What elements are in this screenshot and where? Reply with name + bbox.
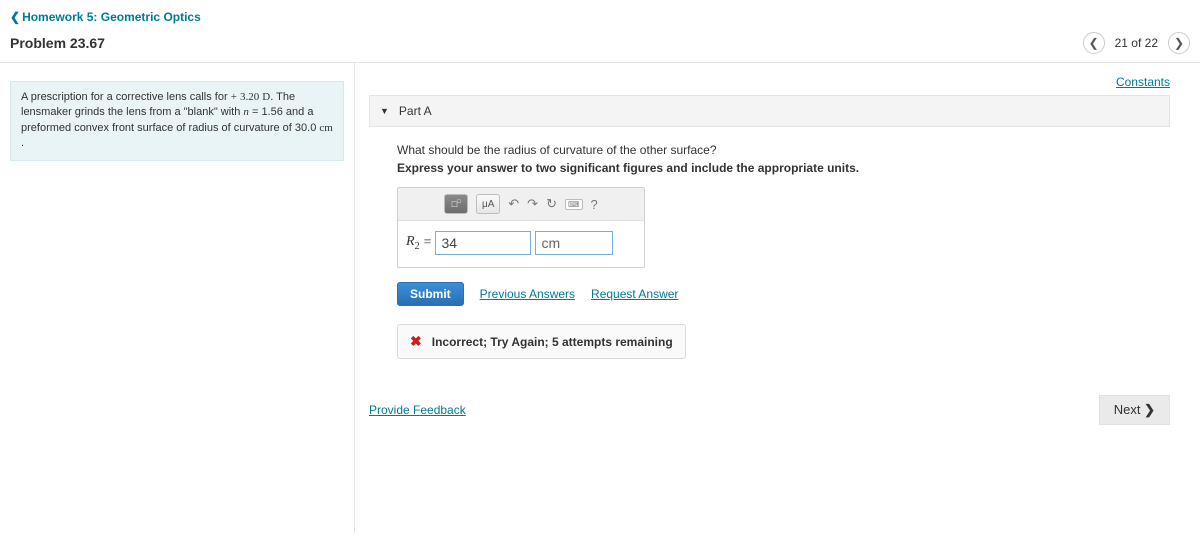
caret-down-icon: ▼ [380,106,389,116]
equals-sign: = [424,235,432,251]
keyboard-icon[interactable]: ⌨ [565,199,583,210]
answer-unit-input[interactable] [535,231,613,255]
feedback-text: Incorrect; Try Again; 5 attempts remaini… [432,335,673,349]
greek-tool-button[interactable]: μA [476,194,500,214]
provide-feedback-link[interactable]: Provide Feedback [369,403,466,417]
chevron-left-icon: ❮ [1089,36,1099,50]
undo-icon[interactable]: ↶ [508,196,519,212]
part-a-header[interactable]: ▼ Part A [369,95,1170,127]
template-tool-button[interactable]: □□ [444,194,468,214]
help-icon[interactable]: ? [591,197,598,212]
problem-statement: A prescription for a corrective lens cal… [10,81,344,161]
feedback-message: ✖ Incorrect; Try Again; 5 attempts remai… [397,324,686,359]
redo-icon[interactable]: ↷ [527,196,538,212]
part-label: Part A [399,104,432,118]
next-problem-button[interactable]: ❯ [1168,32,1190,54]
template-icon: □□ [452,199,461,209]
submit-button[interactable]: Submit [397,282,464,306]
answer-toolbar: □□ μA ↶ ↷ ↻ ⌨ ? [398,188,644,221]
breadcrumb[interactable]: ❮Homework 5: Geometric Optics [10,10,201,24]
chevron-right-icon: ❯ [1144,402,1155,417]
request-answer-link[interactable]: Request Answer [591,287,678,301]
answer-value-input[interactable] [435,231,531,255]
reset-icon[interactable]: ↻ [546,196,557,212]
constants-link[interactable]: Constants [1116,75,1170,89]
prev-problem-button[interactable]: ❮ [1083,32,1105,54]
incorrect-icon: ✖ [410,333,422,350]
next-button[interactable]: Next ❯ [1099,395,1170,425]
answer-panel: □□ μA ↶ ↷ ↻ ⌨ ? R2 = [397,187,645,268]
pager-position: 21 of 22 [1115,36,1158,50]
next-label: Next [1114,402,1141,417]
question-instruction: Express your answer to two significant f… [397,161,1160,175]
answer-symbol: R2 [406,234,420,252]
question-text: What should be the radius of curvature o… [397,143,1160,157]
page-title: Problem 23.67 [10,35,105,51]
chevron-left-icon: ❮ [10,10,20,24]
breadcrumb-label: Homework 5: Geometric Optics [22,10,201,24]
previous-answers-link[interactable]: Previous Answers [480,287,575,301]
chevron-right-icon: ❯ [1174,36,1184,50]
